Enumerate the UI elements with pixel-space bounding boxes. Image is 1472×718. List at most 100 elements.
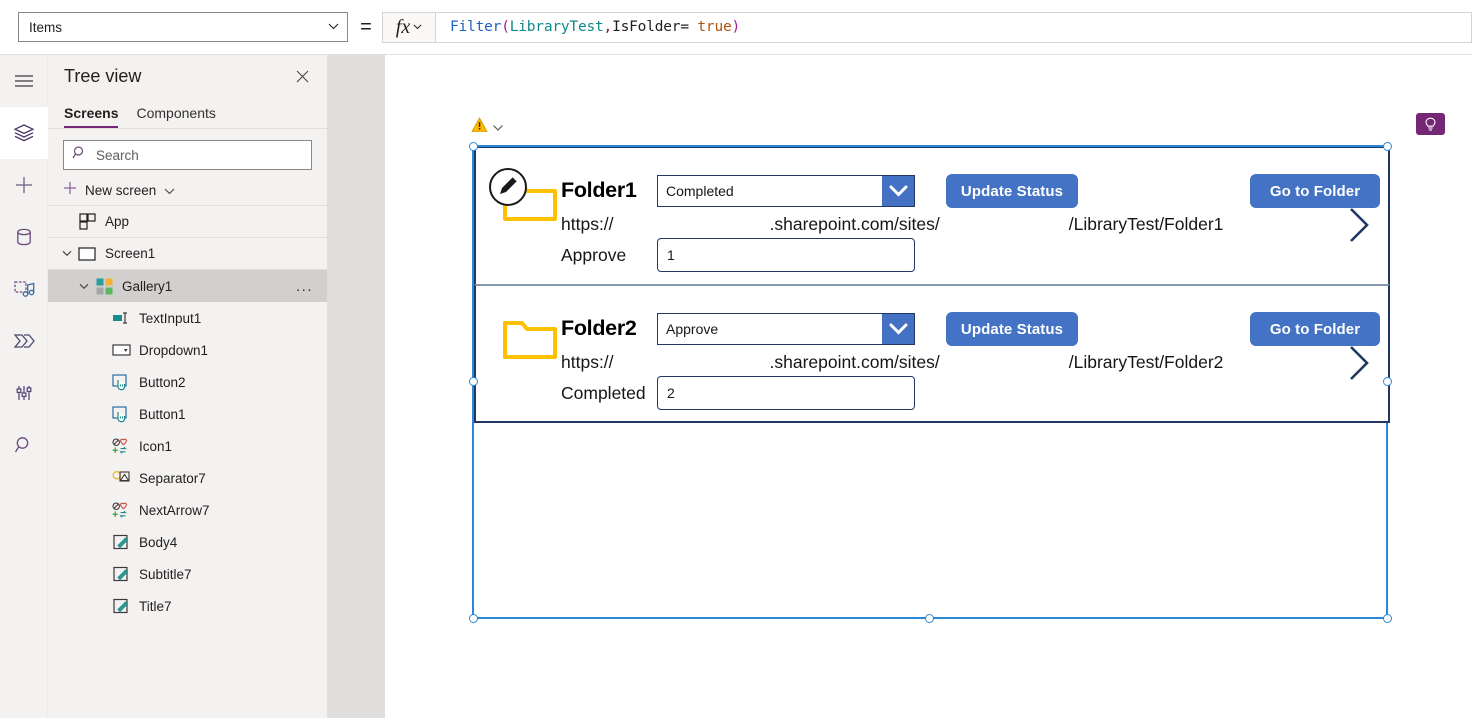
- tree-item-dropdown1[interactable]: Dropdown1: [48, 334, 327, 366]
- folder-url-part2: .sharepoint.com/sites/: [769, 213, 940, 234]
- chevron-right-icon[interactable]: [1346, 206, 1372, 249]
- chevron-right-icon[interactable]: [1346, 344, 1372, 387]
- tree-item-title7[interactable]: Title7: [48, 590, 327, 622]
- tree-item-label: Gallery1: [122, 278, 173, 294]
- search-input[interactable]: [94, 146, 303, 164]
- separator-icon: [110, 470, 132, 487]
- status-dropdown[interactable]: Approve: [657, 313, 915, 345]
- lightbulb-icon[interactable]: [1416, 113, 1445, 135]
- resize-handle-middle-right[interactable]: [1382, 376, 1392, 386]
- folder-title: Folder2: [561, 316, 637, 340]
- tree-item-gallery1[interactable]: Gallery1...: [48, 270, 327, 302]
- tree-item-body4[interactable]: Body4: [48, 526, 327, 558]
- label-icon: [110, 566, 132, 582]
- go-to-folder-button[interactable]: Go to Folder: [1250, 312, 1380, 346]
- property-selector-value: Items: [29, 19, 63, 35]
- gallery-row[interactable]: Folder1 Completed Update Status Go to Folde…: [474, 147, 1390, 284]
- folder-url-part2: .sharepoint.com/sites/: [769, 351, 940, 372]
- resize-handle-top-right[interactable]: [1382, 141, 1392, 151]
- go-to-folder-button[interactable]: Go to Folder: [1250, 174, 1380, 208]
- folder-icon: [503, 315, 557, 364]
- tree-item-list: App Screen1 Gallery1... TextInput1 Dropdown1…: [48, 206, 327, 622]
- update-status-button[interactable]: Update Status: [946, 312, 1078, 346]
- fx-label: fx: [395, 15, 411, 38]
- tree-item-label: Screen1: [105, 246, 156, 261]
- chevron-down-icon[interactable]: [58, 250, 76, 257]
- formula-token-open-paren: (: [501, 19, 510, 35]
- tree-item-app[interactable]: App: [48, 206, 327, 238]
- variables-icon[interactable]: [0, 367, 48, 419]
- resize-handle-top-left[interactable]: [468, 141, 478, 151]
- fx-button[interactable]: fx: [382, 11, 436, 43]
- edit-pencil-icon[interactable]: [488, 167, 528, 212]
- tree-item-overflow-button[interactable]: ...: [296, 279, 313, 294]
- media-icon[interactable]: [0, 263, 48, 315]
- data-database-icon[interactable]: [0, 211, 48, 263]
- status-dropdown-value: Completed: [666, 183, 734, 199]
- formula-token-close-paren: ): [731, 19, 741, 35]
- resize-handle-middle-left[interactable]: [468, 376, 478, 386]
- folder-url: https:// .sharepoint.com/sites/ /LibraryTe…: [561, 349, 1371, 375]
- chevron-down-icon[interactable]: [882, 176, 914, 206]
- gallery-row[interactable]: Folder2 Approve Update Status Go to Folder h…: [474, 284, 1390, 421]
- tree-item-screen1[interactable]: Screen1: [48, 238, 327, 270]
- resize-handle-bottom-middle[interactable]: [924, 613, 934, 623]
- gallery-icon: [93, 278, 115, 295]
- chevron-down-icon[interactable]: [75, 283, 93, 290]
- tree-item-icon1[interactable]: Icon1: [48, 430, 327, 462]
- chevron-down-icon[interactable]: [492, 119, 504, 137]
- search-icon[interactable]: [0, 419, 48, 471]
- tree-item-button2[interactable]: Button2: [48, 366, 327, 398]
- gallery-warning-badge[interactable]: [471, 117, 504, 138]
- canvas-area: Folder1 Completed Update Status Go to Folde…: [328, 55, 1472, 718]
- status-dropdown-value: Approve: [666, 321, 719, 337]
- close-icon[interactable]: [291, 65, 313, 87]
- formula-token-bool: true: [697, 19, 732, 35]
- chevron-down-icon[interactable]: [882, 314, 914, 344]
- new-screen-button[interactable]: New screen: [48, 176, 327, 206]
- equals-sign: =: [360, 15, 372, 38]
- tree-view-tabs: Screens Components: [48, 97, 327, 129]
- formula-token-space: [689, 19, 698, 35]
- resize-handle-bottom-right[interactable]: [1382, 613, 1392, 623]
- gallery-selection-frame[interactable]: Folder1 Completed Update Status Go to Folde…: [468, 141, 1392, 623]
- hamburger-menu-icon[interactable]: [0, 55, 48, 107]
- folder-url-part1: https://: [561, 213, 614, 234]
- text-input[interactable]: 1: [657, 238, 915, 272]
- text-input[interactable]: 2: [657, 376, 915, 410]
- property-selector[interactable]: Items: [18, 12, 348, 42]
- insert-plus-icon[interactable]: [0, 159, 48, 211]
- folder-url: https:// .sharepoint.com/sites/ /LibraryTe…: [561, 211, 1371, 237]
- tree-item-label: Body4: [139, 534, 178, 550]
- power-automate-icon[interactable]: [0, 315, 48, 367]
- tree-item-label: Subtitle7: [139, 566, 192, 582]
- formula-token-function: Filter: [450, 19, 502, 35]
- search-input-wrap[interactable]: [63, 140, 312, 170]
- update-status-button[interactable]: Update Status: [946, 174, 1078, 208]
- tree-item-button1[interactable]: Button1: [48, 398, 327, 430]
- tree-view-icon[interactable]: [0, 107, 48, 159]
- tab-screens[interactable]: Screens: [64, 105, 119, 128]
- tree-item-label: Separator7: [139, 470, 206, 486]
- plus-icon: [63, 181, 77, 200]
- app-canvas[interactable]: Folder1 Completed Update Status Go to Folde…: [385, 55, 1472, 718]
- label-icon: [110, 598, 132, 614]
- tree-item-label: TextInput1: [139, 310, 202, 326]
- formula-input[interactable]: Filter(LibraryTest, IsFolder= true): [436, 11, 1472, 43]
- tree-item-label: NextArrow7: [139, 502, 210, 518]
- search-icon: [72, 145, 87, 165]
- tab-components[interactable]: Components: [136, 105, 215, 128]
- folder-url-part1: https://: [561, 351, 614, 372]
- chevron-down-icon: [328, 22, 339, 33]
- tree-item-nextarrow7[interactable]: NextArrow7: [48, 494, 327, 526]
- tree-item-separator7[interactable]: Separator7: [48, 462, 327, 494]
- status-dropdown[interactable]: Completed: [657, 175, 915, 207]
- tree-item-textinput1[interactable]: TextInput1: [48, 302, 327, 334]
- resize-handle-bottom-left[interactable]: [468, 613, 478, 623]
- tree-view-title: Tree view: [64, 65, 142, 86]
- new-screen-label: New screen: [85, 183, 157, 198]
- formula-token-table: LibraryTest: [509, 19, 604, 35]
- tree-item-label: Button2: [139, 374, 186, 390]
- tree-item-subtitle7[interactable]: Subtitle7: [48, 558, 327, 590]
- tree-item-label: Button1: [139, 406, 186, 422]
